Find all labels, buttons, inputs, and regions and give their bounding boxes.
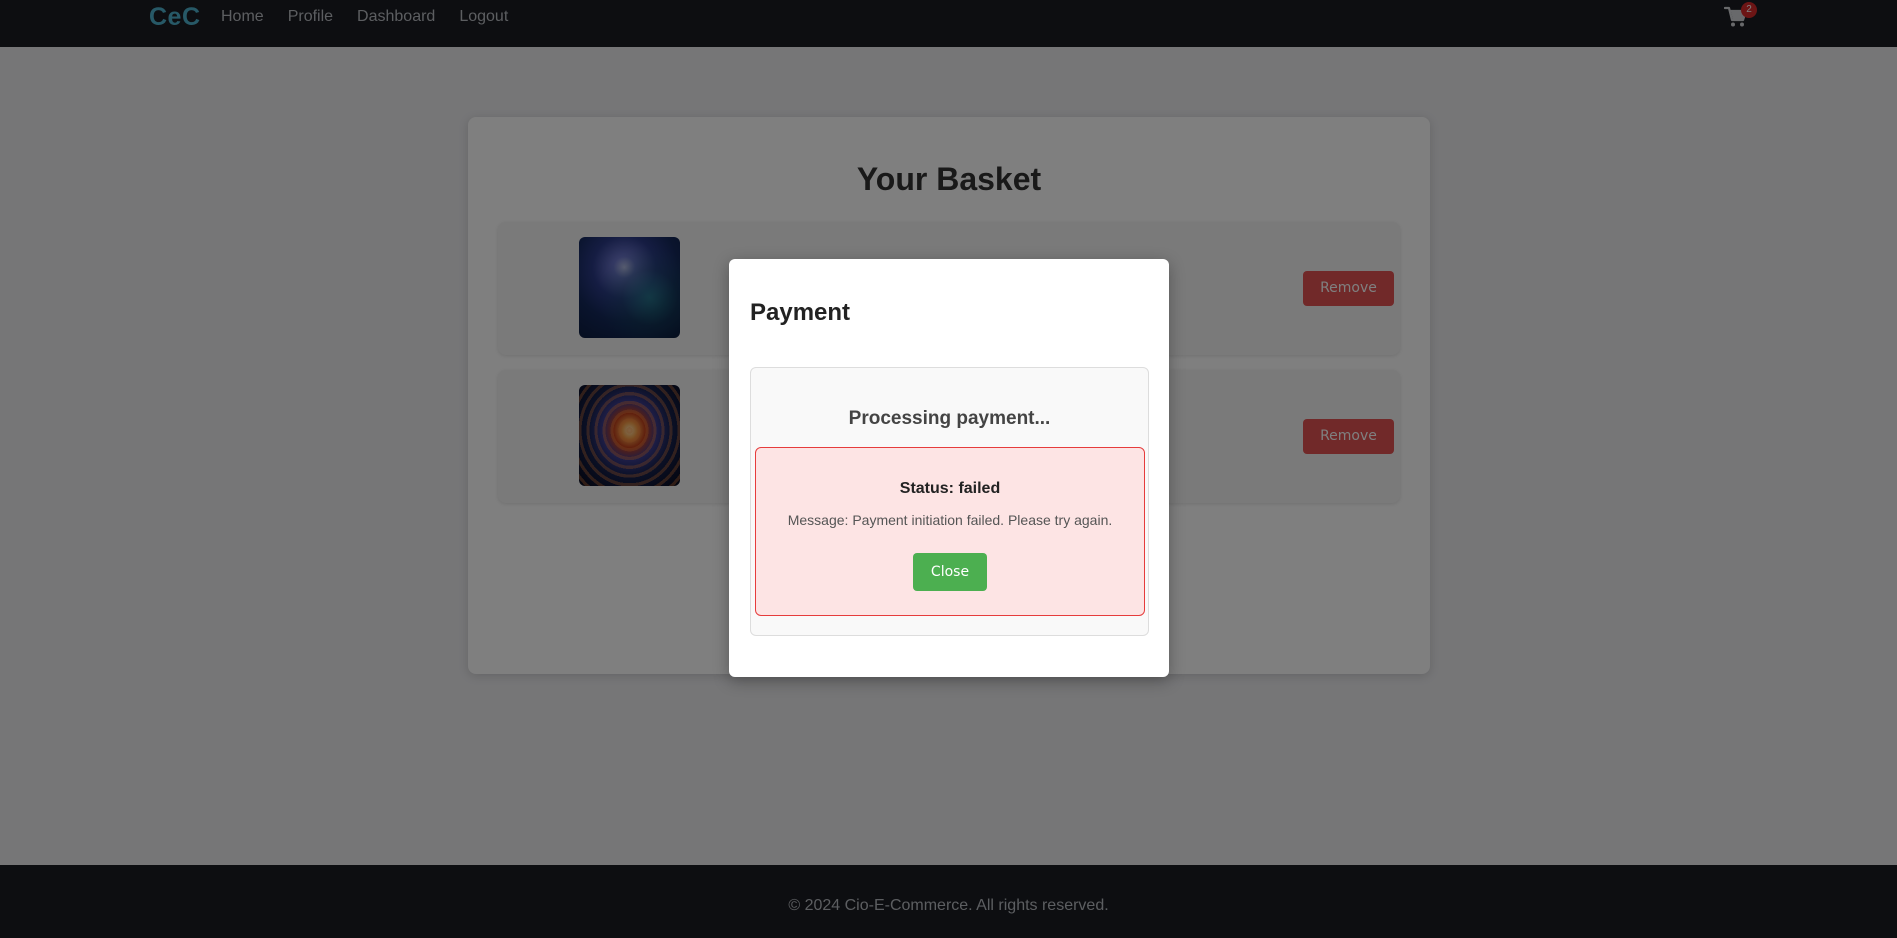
close-button[interactable]: Close [913, 553, 987, 591]
payment-status-alert: Status: failed Message: Payment initiati… [755, 447, 1145, 616]
payment-modal: Payment Processing payment... Status: fa… [729, 259, 1169, 677]
status-message: Message: Payment initiation failed. Plea… [787, 512, 1113, 528]
status-label: Status: failed [899, 480, 1001, 497]
modal-title: Payment [750, 299, 851, 326]
payment-panel: Processing payment... Status: failed Mes… [750, 367, 1149, 636]
processing-text: Processing payment... [848, 408, 1051, 429]
